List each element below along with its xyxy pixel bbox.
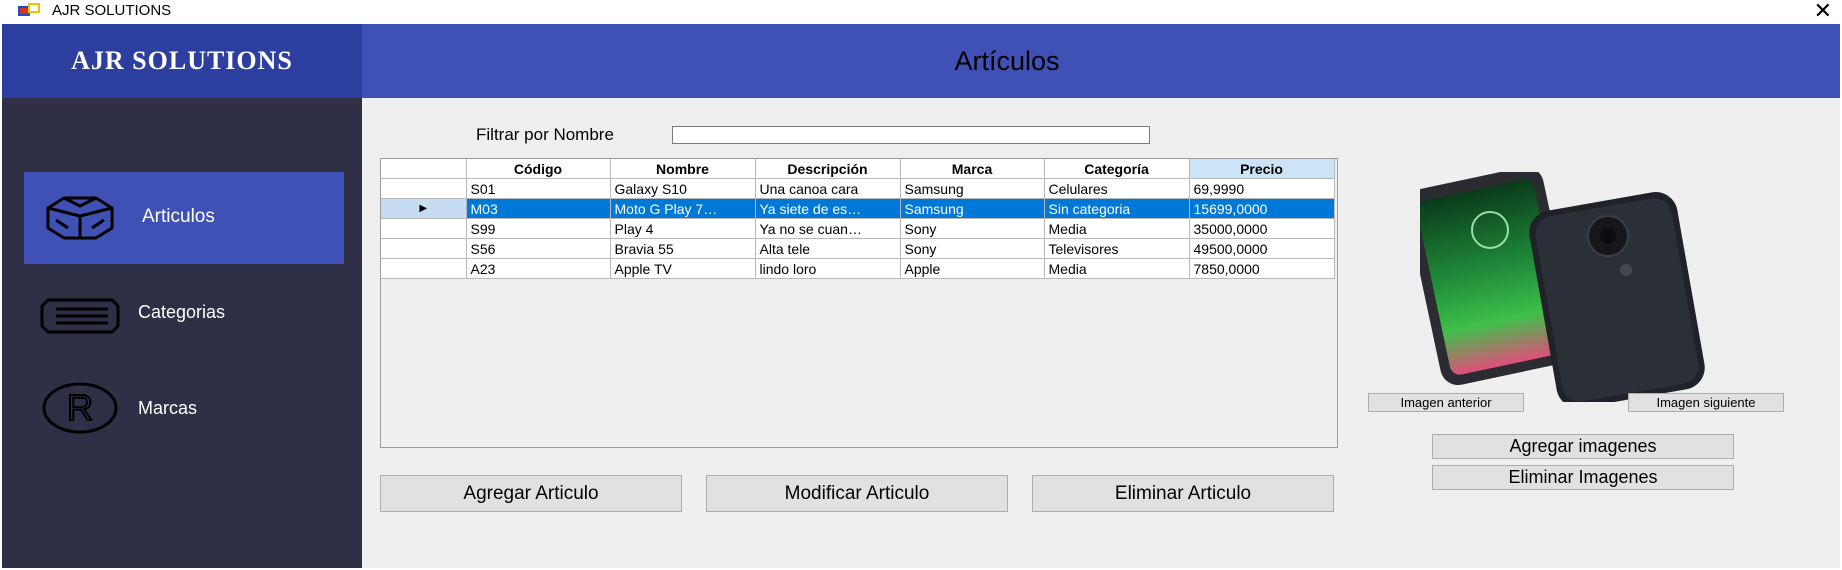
cell-nombre[interactable]: Bravia 55 — [610, 238, 756, 259]
grid-header-row: Código Nombre Descripción Marca Categorí… — [381, 159, 1335, 179]
sidebar-item-categorias[interactable]: Categorias — [24, 268, 344, 360]
cell-categoria[interactable]: Sin categoria — [1044, 198, 1190, 219]
cell-descripcion[interactable]: Ya siete de es… — [755, 198, 901, 219]
cell-descripcion[interactable]: Ya no se cuan… — [755, 218, 901, 239]
brand-title: AJR SOLUTIONS — [71, 46, 293, 75]
column-header-nombre[interactable]: Nombre — [610, 159, 756, 179]
tag-icon — [40, 298, 120, 334]
cell-nombre[interactable]: Play 4 — [610, 218, 756, 239]
svg-text:R: R — [67, 387, 93, 428]
sidebar-item-label: Marcas — [138, 398, 198, 418]
registered-icon: R — [42, 382, 118, 434]
window-title: AJR SOLUTIONS — [52, 2, 172, 19]
page-title: Artículos — [954, 46, 1060, 76]
cell-nombre[interactable]: Galaxy S10 — [610, 178, 756, 199]
cell-marca[interactable]: Samsung — [900, 178, 1045, 199]
cell-precio[interactable]: 35000,0000 — [1189, 218, 1335, 239]
cell-marca[interactable]: Sony — [900, 238, 1045, 259]
column-header-marca[interactable]: Marca — [900, 159, 1045, 179]
row-header[interactable] — [381, 178, 467, 199]
cell-codigo[interactable]: A23 — [466, 258, 611, 279]
cell-codigo[interactable]: S01 — [466, 178, 611, 199]
cell-categoria[interactable]: Televisores — [1044, 238, 1190, 259]
title-bar: AJR SOLUTIONS ✕ — [0, 0, 1842, 24]
sidebar-item-marcas[interactable]: R Marcas — [24, 364, 344, 456]
row-indicator-icon[interactable]: ▶ — [381, 198, 467, 219]
app-icon — [18, 3, 40, 16]
column-header-descripcion[interactable]: Descripción — [755, 159, 901, 179]
column-header-precio[interactable]: Precio — [1189, 159, 1335, 179]
delete-images-button[interactable]: Eliminar Imagenes — [1432, 465, 1734, 490]
column-header-codigo[interactable]: Código — [466, 159, 611, 179]
page-header: Artículos — [362, 24, 1840, 98]
main-window: AJR SOLUTIONS Articulos Categorias R Mar… — [2, 24, 1840, 568]
cell-descripcion[interactable]: Una canoa cara — [755, 178, 901, 199]
row-header-corner — [381, 159, 467, 179]
delete-article-button[interactable]: Eliminar Articulo — [1032, 475, 1334, 512]
cell-codigo[interactable]: S99 — [466, 218, 611, 239]
table-row[interactable]: S99 Play 4 Ya no se cuan… Sony Media 350… — [381, 218, 1335, 239]
brand-panel: AJR SOLUTIONS — [2, 24, 362, 98]
cell-precio[interactable]: 15699,0000 — [1189, 198, 1335, 219]
add-images-button[interactable]: Agregar imagenes — [1432, 434, 1734, 459]
filter-label: Filtrar por Nombre — [476, 125, 614, 144]
cell-nombre[interactable]: Moto G Play 7… — [610, 198, 756, 219]
cell-categoria[interactable]: Celulares — [1044, 178, 1190, 199]
sidebar: AJR SOLUTIONS Articulos Categorias R Mar… — [2, 24, 362, 568]
row-header[interactable] — [381, 218, 467, 239]
cell-precio[interactable]: 7850,0000 — [1189, 258, 1335, 279]
box-icon — [46, 196, 114, 240]
column-header-categoria[interactable]: Categoría — [1044, 159, 1190, 179]
cell-nombre[interactable]: Apple TV — [610, 258, 756, 279]
previous-image-button[interactable]: Imagen anterior — [1368, 393, 1524, 412]
cell-categoria[interactable]: Media — [1044, 218, 1190, 239]
cell-descripcion[interactable]: lindo loro — [755, 258, 901, 279]
table-row[interactable]: A23 Apple TV lindo loro Apple Media 7850… — [381, 258, 1335, 279]
sidebar-item-label: Categorias — [138, 302, 226, 322]
cell-marca[interactable]: Apple — [900, 258, 1045, 279]
table-row-selected[interactable]: ▶ M03 Moto G Play 7… Ya siete de es… Sam… — [381, 198, 1335, 219]
close-icon[interactable]: ✕ — [1814, 0, 1832, 24]
sidebar-item-label: Articulos — [142, 206, 215, 227]
table-row[interactable]: S01 Galaxy S10 Una canoa cara Samsung Ce… — [381, 178, 1335, 199]
add-article-button[interactable]: Agregar Articulo — [380, 475, 682, 512]
cell-marca[interactable]: Samsung — [900, 198, 1045, 219]
filter-input[interactable] — [672, 126, 1150, 144]
table-row[interactable]: S56 Bravia 55 Alta tele Sony Televisores… — [381, 238, 1335, 259]
cell-precio[interactable]: 69,9990 — [1189, 178, 1335, 199]
modify-article-button[interactable]: Modificar Articulo — [706, 475, 1008, 512]
cell-codigo[interactable]: M03 — [466, 198, 611, 219]
sidebar-item-articulos[interactable]: Articulos — [24, 172, 344, 264]
cell-descripcion[interactable]: Alta tele — [755, 238, 901, 259]
cell-marca[interactable]: Sony — [900, 218, 1045, 239]
cell-categoria[interactable]: Media — [1044, 258, 1190, 279]
row-header[interactable] — [381, 238, 467, 259]
articles-grid[interactable]: Código Nombre Descripción Marca Categorí… — [380, 158, 1338, 448]
product-image — [1420, 172, 1705, 402]
cell-codigo[interactable]: S56 — [466, 238, 611, 259]
next-image-button[interactable]: Imagen siguiente — [1628, 393, 1784, 412]
row-header[interactable] — [381, 258, 467, 279]
cell-precio[interactable]: 49500,0000 — [1189, 238, 1335, 259]
